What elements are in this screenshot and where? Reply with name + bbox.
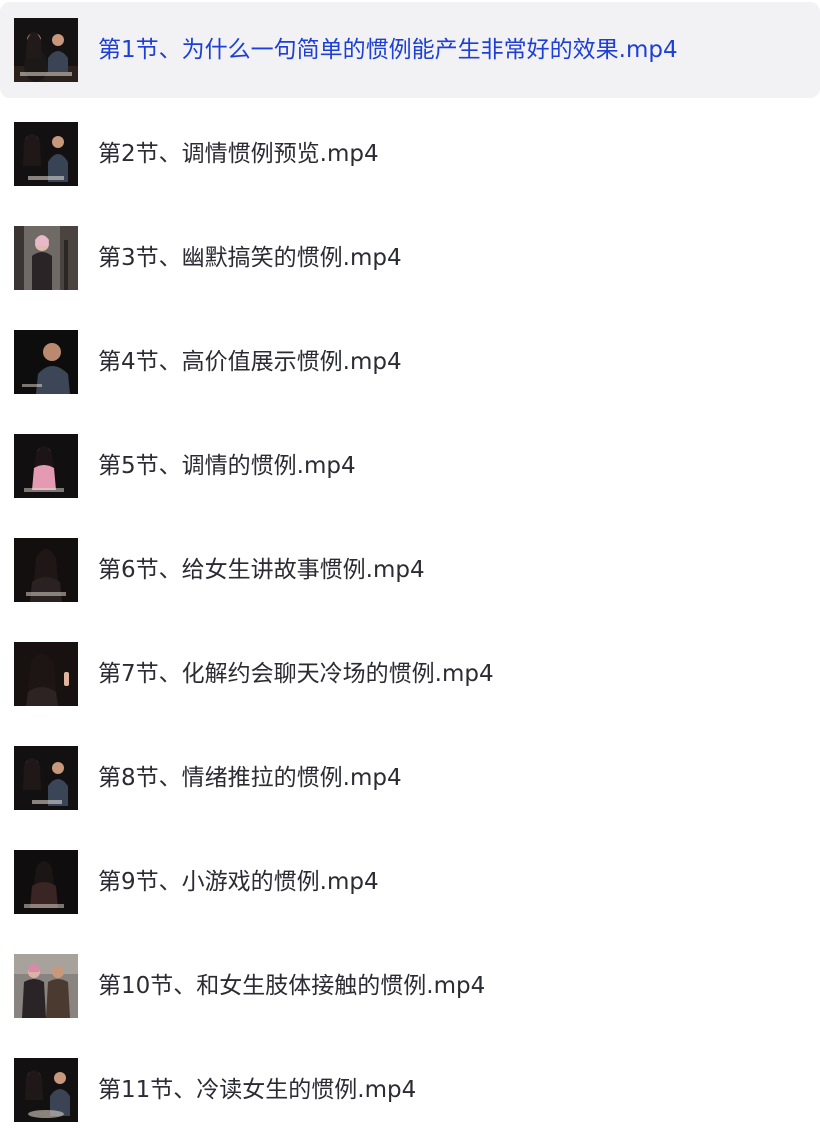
video-title: 第5节、调情的惯例.mp4: [98, 453, 356, 479]
playlist-item-8[interactable]: 第8节、情绪推拉的惯例.mp4: [0, 730, 820, 826]
video-title: 第2节、调情惯例预览.mp4: [98, 141, 379, 167]
video-thumbnail: [14, 954, 78, 1018]
video-title: 第9节、小游戏的惯例.mp4: [98, 869, 379, 895]
playlist-item-6[interactable]: 第6节、给女生讲故事惯例.mp4: [0, 522, 820, 618]
video-thumbnail: [14, 122, 78, 186]
video-thumbnail: [14, 1058, 78, 1122]
video-thumbnail: [14, 746, 78, 810]
playlist-item-9[interactable]: 第9节、小游戏的惯例.mp4: [0, 834, 820, 930]
playlist-item-5[interactable]: 第5节、调情的惯例.mp4: [0, 418, 820, 514]
video-title: 第8节、情绪推拉的惯例.mp4: [98, 765, 402, 791]
video-thumbnail: [14, 642, 78, 706]
video-thumbnail: [14, 18, 78, 82]
video-title: 第10节、和女生肢体接触的惯例.mp4: [98, 973, 486, 999]
video-title: 第4节、高价值展示惯例.mp4: [98, 349, 402, 375]
playlist-item-4[interactable]: 第4节、高价值展示惯例.mp4: [0, 314, 820, 410]
playlist-item-1[interactable]: 第1节、为什么一句简单的惯例能产生非常好的效果.mp4: [0, 2, 820, 98]
video-title: 第11节、冷读女生的惯例.mp4: [98, 1077, 417, 1103]
playlist-item-11[interactable]: 第11节、冷读女生的惯例.mp4: [0, 1042, 820, 1138]
video-thumbnail: [14, 330, 78, 394]
video-title: 第6节、给女生讲故事惯例.mp4: [98, 557, 425, 583]
video-title: 第3节、幽默搞笑的惯例.mp4: [98, 245, 402, 271]
playlist-item-2[interactable]: 第2节、调情惯例预览.mp4: [0, 106, 820, 202]
video-title: 第1节、为什么一句简单的惯例能产生非常好的效果.mp4: [98, 37, 678, 63]
playlist-item-10[interactable]: 第10节、和女生肢体接触的惯例.mp4: [0, 938, 820, 1034]
playlist-item-7[interactable]: 第7节、化解约会聊天冷场的惯例.mp4: [0, 626, 820, 722]
playlist: 第1节、为什么一句简单的惯例能产生非常好的效果.mp4 第2节、调情惯例预览.m…: [0, 0, 820, 1136]
playlist-item-3[interactable]: 第3节、幽默搞笑的惯例.mp4: [0, 210, 820, 306]
video-thumbnail: [14, 226, 78, 290]
video-thumbnail: [14, 850, 78, 914]
video-title: 第7节、化解约会聊天冷场的惯例.mp4: [98, 661, 494, 687]
video-thumbnail: [14, 538, 78, 602]
video-thumbnail: [14, 434, 78, 498]
